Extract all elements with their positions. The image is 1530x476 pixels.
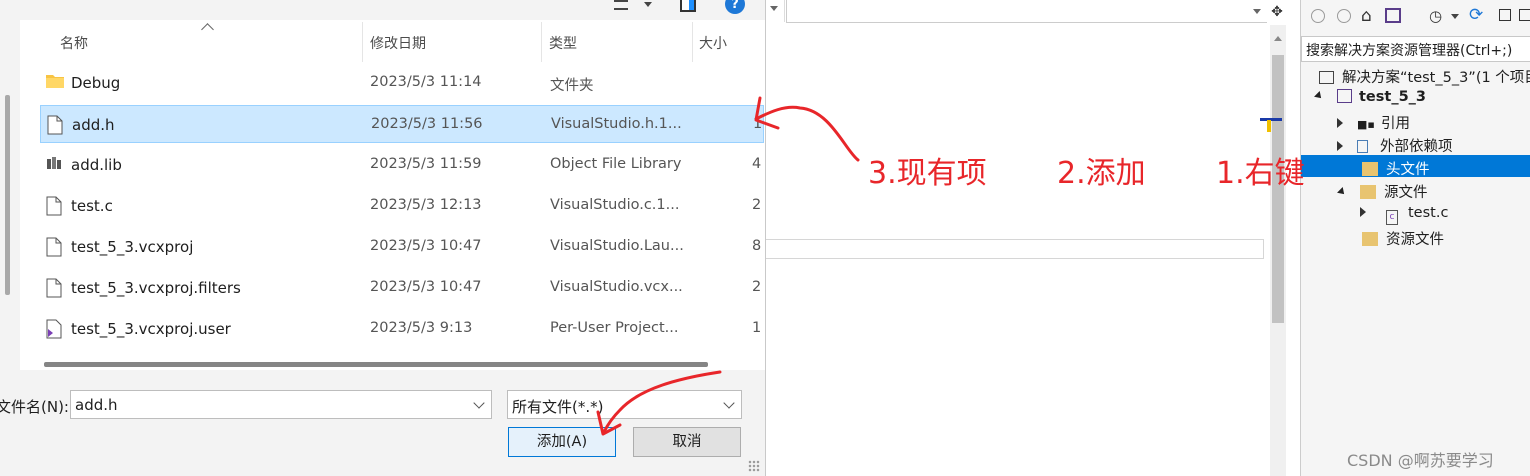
arrow-to-add-h — [756, 105, 860, 162]
annotation-arrows — [596, 96, 860, 436]
arrow-to-add-button — [602, 370, 722, 434]
